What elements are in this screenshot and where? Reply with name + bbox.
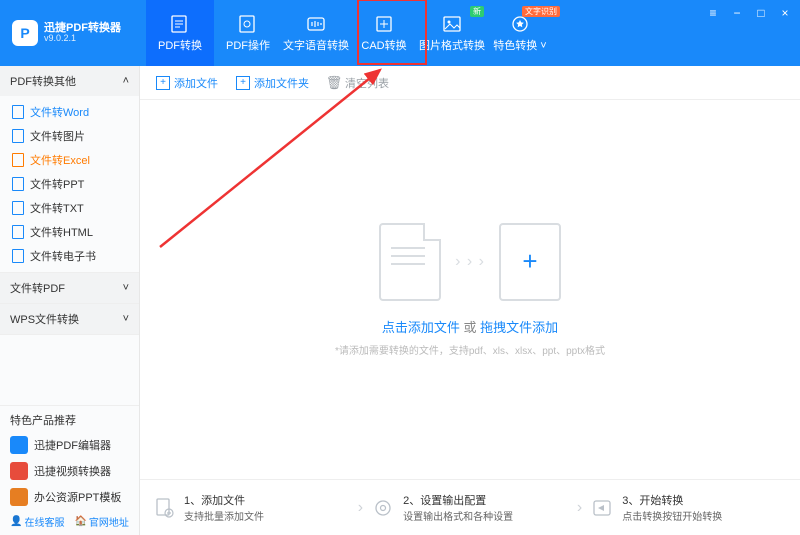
sidebar-item-to-excel[interactable]: 文件转Excel — [0, 148, 139, 172]
content-area: +添加文件 +添加文件夹 🗑清空列表 › › › + 点击添加文件 或 拖拽文件… — [140, 66, 800, 535]
file-icon — [12, 153, 24, 167]
convert-step-icon — [590, 496, 614, 520]
sidebar-head-to-pdf[interactable]: 文件转PDF ˅ — [0, 273, 139, 303]
tab-text-voice[interactable]: 文字语音转换 — [282, 0, 350, 66]
drop-illustration: › › › + — [379, 223, 561, 301]
tab-label: 图片格式转换 — [419, 37, 485, 53]
app-icon — [10, 488, 28, 506]
step-1: 1、添加文件支持批量添加文件 — [152, 492, 350, 523]
reco-ppt-template[interactable]: 办公资源PPT模板 — [0, 484, 139, 510]
steps-bar: 1、添加文件支持批量添加文件 › 2、设置输出配置设置输出格式和各种设置 › 3… — [140, 479, 800, 535]
app-logo-icon: P — [12, 20, 38, 46]
trash-icon: 🗑 — [327, 76, 341, 90]
tab-special[interactable]: 文字识别 特色转换 ˅ — [486, 0, 554, 66]
app-logo: P 迅捷PDF转换器 v9.0.2.1 — [12, 20, 142, 46]
chevron-up-icon: ˄ — [123, 75, 129, 87]
tab-pdf-convert[interactable]: PDF转换 — [146, 0, 214, 66]
cad-icon — [371, 13, 397, 35]
document-icon — [379, 223, 441, 301]
sidebar-head-wps[interactable]: WPS文件转换 ˅ — [0, 304, 139, 334]
chevron-right-icon: › — [577, 499, 582, 517]
tab-pdf-operate[interactable]: PDF操作 — [214, 0, 282, 66]
app-header: P 迅捷PDF转换器 v9.0.2.1 PDF转换 PDF操作 文字语音转换 C… — [0, 0, 800, 66]
step-3: 3、开始转换点击转换按钮开始转换 — [590, 492, 788, 523]
settings-step-icon — [371, 496, 395, 520]
step-2: 2、设置输出配置设置输出格式和各种设置 — [371, 492, 569, 523]
chevron-down-icon: ˅ — [123, 313, 129, 325]
tab-label: 特色转换 ˅ — [493, 37, 546, 53]
sidebar: PDF转换其他 ˄ 文件转Word 文件转图片 文件转Excel 文件转PPT … — [0, 66, 140, 535]
tab-label: PDF操作 — [226, 37, 270, 53]
tab-label: PDF转换 — [158, 37, 202, 53]
add-file-step-icon — [152, 496, 176, 520]
tab-cad-convert[interactable]: CAD转换 — [350, 0, 418, 66]
menu-button[interactable]: ≡ — [706, 6, 720, 20]
sidebar-item-to-html[interactable]: 文件转HTML — [0, 220, 139, 244]
file-toolbar: +添加文件 +添加文件夹 🗑清空列表 — [140, 66, 800, 100]
add-folder-button[interactable]: +添加文件夹 — [236, 75, 309, 91]
clear-list-button[interactable]: 🗑清空列表 — [327, 75, 389, 91]
add-file-button[interactable]: +添加文件 — [156, 75, 218, 91]
app-icon — [10, 436, 28, 454]
main-tabs: PDF转换 PDF操作 文字语音转换 CAD转换 新 图片格式转换 文字识别 特… — [146, 0, 554, 66]
sidebar-item-to-word[interactable]: 文件转Word — [0, 100, 139, 124]
plus-page-icon: + — [499, 223, 561, 301]
sidebar-head-pdf-to-other[interactable]: PDF转换其他 ˄ — [0, 66, 139, 96]
file-icon — [12, 201, 24, 215]
drop-text: 点击添加文件 或 拖拽文件添加 — [382, 317, 558, 336]
sidebar-item-to-ebook[interactable]: 文件转电子书 — [0, 244, 139, 268]
arrow-icon: › › › — [455, 253, 485, 271]
voice-icon — [303, 13, 329, 35]
reco-pdf-editor[interactable]: 迅捷PDF编辑器 — [0, 432, 139, 458]
plus-folder-icon: + — [236, 76, 250, 90]
tab-label: 文字语音转换 — [283, 37, 349, 53]
file-icon — [12, 249, 24, 263]
reco-video-converter[interactable]: 迅捷视频转换器 — [0, 458, 139, 484]
file-icon — [12, 129, 24, 143]
chevron-right-icon: › — [358, 499, 363, 517]
gear-doc-icon — [235, 13, 261, 35]
image-icon — [439, 13, 465, 35]
minimize-button[interactable]: − — [730, 6, 744, 20]
plus-icon: + — [156, 76, 170, 90]
sidebar-item-to-image[interactable]: 文件转图片 — [0, 124, 139, 148]
maximize-button[interactable]: □ — [754, 6, 768, 20]
footer-site-link[interactable]: 🏠官网地址 — [74, 514, 128, 529]
file-drop-zone[interactable]: › › › + 点击添加文件 或 拖拽文件添加 *请添加需要转换的文件，支持pd… — [140, 100, 800, 479]
sidebar-reco-head: 特色产品推荐 — [0, 405, 139, 432]
app-icon — [10, 462, 28, 480]
tab-image-format[interactable]: 新 图片格式转换 — [418, 0, 486, 66]
file-icon — [12, 177, 24, 191]
pdf-doc-icon — [167, 13, 193, 35]
chevron-down-icon: ˅ — [123, 282, 129, 294]
sidebar-item-to-ppt[interactable]: 文件转PPT — [0, 172, 139, 196]
footer-kf-link[interactable]: 👤在线客服 — [10, 514, 64, 529]
badge-ocr: 文字识别 — [522, 6, 560, 17]
app-version: v9.0.2.1 — [44, 34, 121, 44]
file-icon — [12, 105, 24, 119]
drop-subtext: *请添加需要转换的文件，支持pdf、xls、xlsx、ppt、pptx格式 — [335, 342, 605, 357]
window-controls: ≡ − □ × — [706, 6, 792, 20]
file-icon — [12, 225, 24, 239]
tab-label: CAD转换 — [361, 37, 406, 53]
close-button[interactable]: × — [778, 6, 792, 20]
sidebar-item-to-txt[interactable]: 文件转TXT — [0, 196, 139, 220]
badge-new: 新 — [470, 6, 484, 17]
